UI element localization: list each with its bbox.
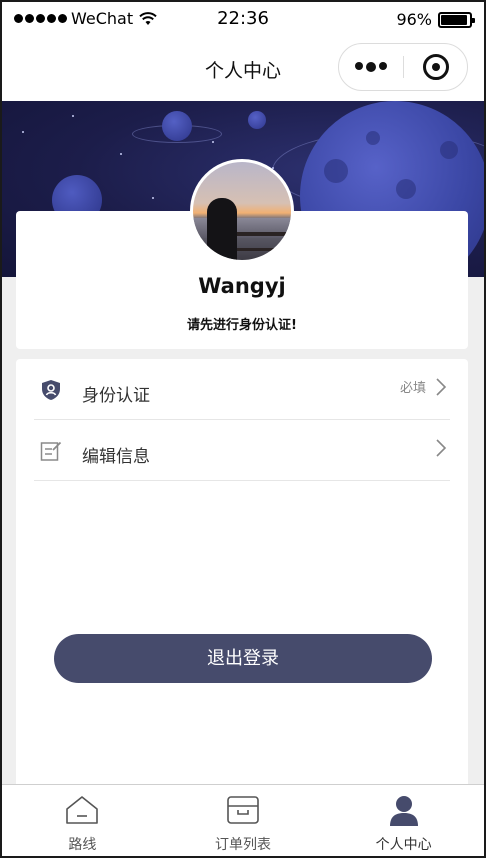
edit-note-icon bbox=[40, 441, 62, 461]
menu-item-edit-info[interactable]: 编辑信息 bbox=[34, 420, 450, 481]
status-bar: WeChat 22:36 96% bbox=[2, 2, 484, 36]
required-hint: 必填 bbox=[399, 381, 426, 396]
user-name: Wangyj bbox=[198, 274, 286, 298]
mini-program-capsule bbox=[338, 43, 468, 91]
tab-route[interactable]: 路线 bbox=[2, 785, 163, 856]
app-screen: WeChat 22:36 96% 个人中心 Wangyj 请先进行身份认证! 身… bbox=[2, 2, 484, 856]
planet-decoration bbox=[248, 111, 266, 129]
tab-label: 个人中心 bbox=[375, 837, 432, 853]
chevron-right-icon bbox=[436, 439, 447, 457]
menu-item-label: 编辑信息 bbox=[82, 447, 150, 467]
tab-label: 路线 bbox=[68, 837, 97, 853]
menu-item-identity-auth[interactable]: 身份认证 必填 bbox=[34, 359, 450, 420]
home-icon bbox=[66, 796, 99, 824]
nav-bar: 个人中心 bbox=[2, 36, 484, 101]
target-icon bbox=[422, 54, 449, 80]
person-icon bbox=[389, 796, 418, 826]
logout-button[interactable]: 退出登录 bbox=[54, 634, 432, 683]
planet-decoration bbox=[162, 111, 192, 141]
battery-icon bbox=[438, 11, 475, 28]
tab-label: 订单列表 bbox=[215, 837, 271, 853]
avatar[interactable] bbox=[190, 159, 294, 263]
tab-personal-center[interactable]: 个人中心 bbox=[323, 785, 484, 856]
tab-bar: 路线 订单列表 个人中心 bbox=[2, 784, 484, 856]
chevron-right-icon bbox=[436, 378, 447, 396]
menu-item-label: 身份认证 bbox=[82, 386, 150, 406]
shield-user-icon bbox=[42, 380, 60, 400]
menu-card: 身份认证 必填 编辑信息 退出登录 bbox=[16, 359, 468, 799]
battery-percent: 96% bbox=[396, 10, 432, 29]
status-right: 96% bbox=[396, 10, 475, 29]
close-mini-program-button[interactable] bbox=[404, 54, 467, 80]
auth-tip: 请先进行身份认证! bbox=[187, 318, 297, 333]
box-icon bbox=[227, 796, 259, 824]
more-icon[interactable] bbox=[339, 62, 403, 72]
tab-order-list[interactable]: 订单列表 bbox=[163, 785, 324, 856]
